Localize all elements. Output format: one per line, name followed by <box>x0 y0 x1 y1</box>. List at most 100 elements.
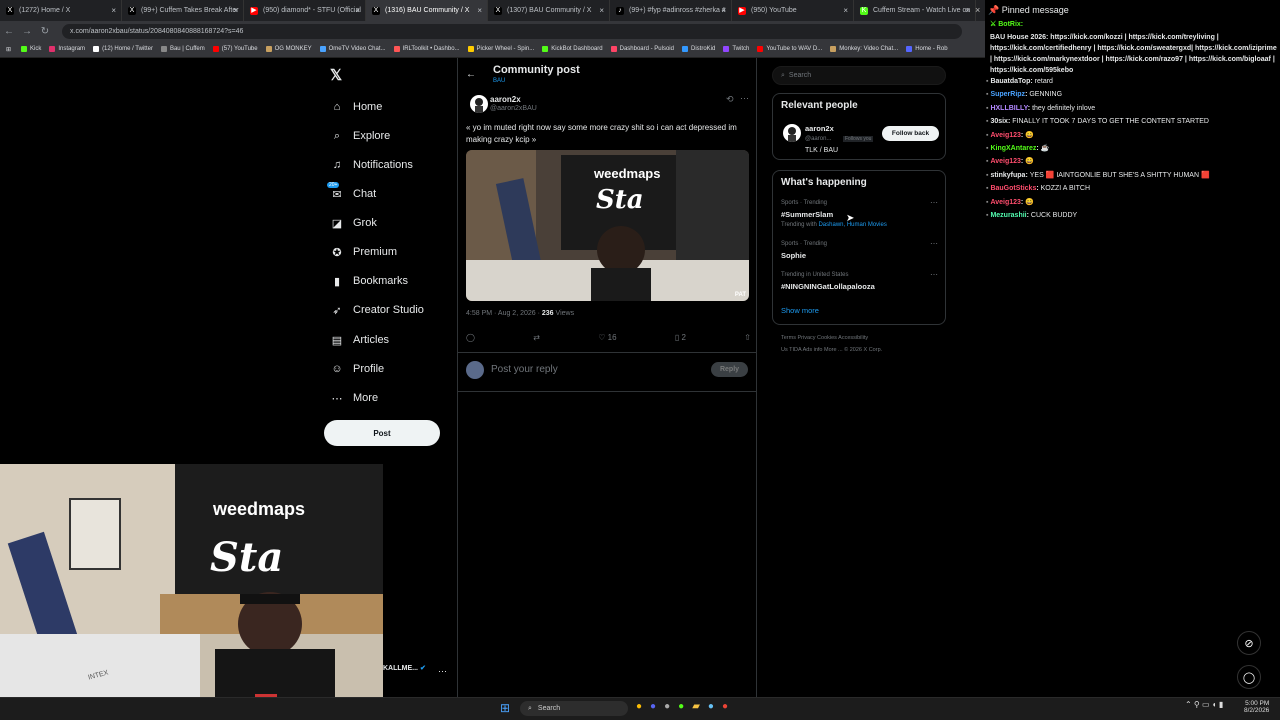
forward-arrow-icon[interactable]: → <box>18 26 36 37</box>
person-avatar[interactable] <box>783 124 801 142</box>
apps-grid-icon[interactable]: ⊞ <box>6 46 11 53</box>
bookmark-item[interactable]: OmeTV Video Chat... <box>319 46 386 52</box>
chat-bubble-icon[interactable]: ◯ <box>1237 665 1261 689</box>
trend-more-icon[interactable]: ⋯ <box>930 198 938 207</box>
chat-username[interactable]: Aveig123 <box>990 199 1020 206</box>
close-tab-icon[interactable]: × <box>477 6 482 15</box>
author-name[interactable]: aaron2x <box>490 95 521 104</box>
chat-username[interactable]: Mezurashii <box>990 212 1026 219</box>
post-button[interactable]: Post <box>324 420 440 446</box>
close-tab-icon[interactable]: × <box>965 6 970 15</box>
author-avatar[interactable] <box>470 95 488 113</box>
chat-username[interactable]: 30six <box>990 118 1008 125</box>
browser-tab[interactable]: X (1316) BAU Community / X × <box>366 0 488 21</box>
folder-icon[interactable]: ▰ <box>692 701 700 712</box>
bookmark-item[interactable]: IRLToolkit • Dashbo... <box>393 46 460 52</box>
follow-back-button[interactable]: Follow back <box>882 126 939 141</box>
bookmark-item[interactable]: Monkey: Video Chat... <box>830 46 898 52</box>
trend-name[interactable]: Sophie <box>781 251 806 260</box>
my-avatar[interactable] <box>466 361 484 379</box>
url-field[interactable]: x.com/aaron2xbau/status/2084080840888168… <box>62 23 962 39</box>
sidebar-item-premium[interactable]: ✪ Premium <box>330 243 397 261</box>
steam-icon[interactable]: ● <box>708 701 714 712</box>
chat-username[interactable]: KingXAntarez <box>990 145 1036 152</box>
repost-icon[interactable]: ⇄ <box>533 333 540 345</box>
sidebar-item-creator-studio[interactable]: ➶ Creator Studio <box>330 301 424 319</box>
chat-username[interactable]: SuperRipz <box>990 91 1025 98</box>
person-handle[interactable]: @aaron... <box>805 136 831 142</box>
post-media[interactable]: weedmaps Sta PAT <box>466 150 749 301</box>
author-handle[interactable]: @aaron2xBAU <box>490 105 537 112</box>
app-icon[interactable]: ● <box>664 701 670 712</box>
bookmark-item[interactable]: Instagram <box>49 46 85 52</box>
chat-username[interactable]: HXLLBILLY <box>990 105 1027 112</box>
bookmark-item[interactable]: (57) YouTube <box>212 46 258 52</box>
x-logo-icon[interactable]: 𝕏 <box>330 66 342 84</box>
pinned-author[interactable]: ⚔ BotRix: <box>990 20 1023 28</box>
trend-name[interactable]: #NINGNINGatLollapalooza <box>781 282 875 291</box>
post-time[interactable]: 4:58 PM · Aug 2, 2026 · <box>466 310 540 317</box>
show-more-link[interactable]: Show more <box>781 306 819 315</box>
quick-action-icon[interactable]: ⊘ <box>1237 631 1261 655</box>
back-icon[interactable]: ← <box>466 69 476 80</box>
grok-icon[interactable]: ⟲ <box>726 94 734 105</box>
bookmark-item[interactable]: OG MONKEY <box>265 46 312 52</box>
bookmark-item[interactable]: YouTube to WAV D... <box>757 46 822 52</box>
more-options-icon[interactable]: ⋯ <box>740 93 749 104</box>
close-tab-icon[interactable]: × <box>975 5 980 15</box>
bookmark-item[interactable]: KickBot Dashboard <box>542 46 603 52</box>
reply-input[interactable]: Post your reply <box>491 364 558 375</box>
browser-tab[interactable]: K Cuffem Stream - Watch Live on × <box>854 0 976 21</box>
community-link[interactable]: BAU <box>493 78 505 84</box>
bookmark-item[interactable]: Twitch <box>723 46 749 52</box>
bookmark-item[interactable]: Dashboard - Pulsoid <box>610 46 674 52</box>
sidebar-item-profile[interactable]: ☺ Profile <box>330 360 384 378</box>
back-arrow-icon[interactable]: ← <box>0 26 18 37</box>
bookmark-item[interactable]: Home - Rob <box>906 46 948 52</box>
reply-button[interactable]: Reply <box>711 362 748 377</box>
chat-username[interactable]: BauatdaTop <box>990 78 1030 85</box>
share-icon[interactable]: ⇧ <box>744 333 751 345</box>
sidebar-item-home[interactable]: ⌂ Home <box>330 98 383 116</box>
browser-tab[interactable]: X (1307) BAU Community / X × <box>488 0 610 21</box>
sidebar-item-notifications[interactable]: ♫ Notifications <box>330 156 413 174</box>
browser-tab[interactable]: X (1272) Home / X × <box>0 0 122 21</box>
bookmark-item[interactable]: Kick <box>21 46 41 52</box>
chat-username[interactable]: stinkyfupa <box>990 172 1025 179</box>
sidebar-item-grok[interactable]: ◪ Grok <box>330 214 377 232</box>
browser-tab[interactable]: X (99+) Cuffem Takes Break After × <box>122 0 244 21</box>
search-input[interactable]: ⌕ Search <box>772 66 946 85</box>
overlay-account-name[interactable]: KALLME... ✔ <box>383 664 426 672</box>
trend-name[interactable]: #SummerSlam <box>781 210 833 219</box>
close-tab-icon[interactable]: × <box>599 6 604 15</box>
sidebar-item-bookmarks[interactable]: ▮ Bookmarks <box>330 272 408 290</box>
footer-links-1[interactable]: Terms Privacy Cookies Accessibility <box>781 335 868 341</box>
reply-icon[interactable]: ◯ <box>466 333 475 345</box>
browser-tab[interactable]: ♪ (99+) #fyp #adinross #zherka # × <box>610 0 732 21</box>
chrome-profile-icon[interactable]: ● <box>722 701 728 712</box>
sidebar-item-articles[interactable]: ▤ Articles <box>330 331 389 349</box>
like-icon[interactable]: ♡ <box>598 333 605 342</box>
start-menu-icon[interactable]: ⊞ <box>500 701 510 715</box>
close-tab-icon[interactable]: × <box>233 6 238 15</box>
sidebar-item-explore[interactable]: ⌕ Explore <box>330 127 390 145</box>
chat-username[interactable]: Aveig123 <box>990 158 1020 165</box>
bookmark-item[interactable]: Bau | Cuffem <box>160 46 205 52</box>
chrome-icon[interactable]: ● <box>636 701 642 712</box>
tray-icons[interactable]: ⌃ ⚲ ▭ ◖ ▮ <box>1185 700 1223 709</box>
trend-more-icon[interactable]: ⋯ <box>930 239 938 248</box>
bookmark-item[interactable]: Picker Wheel - Spin... <box>467 46 534 52</box>
discord-icon[interactable]: ● <box>650 701 656 712</box>
chat-username[interactable]: BauGotSticks <box>990 185 1036 192</box>
account-more-icon[interactable]: ⋯ <box>438 666 447 677</box>
bookmark-item[interactable]: (12) Home / Twitter <box>93 46 153 52</box>
trend-more-icon[interactable]: ⋯ <box>930 270 938 279</box>
person-name[interactable]: aaron2x <box>805 124 834 133</box>
kick-icon[interactable]: ● <box>678 701 684 712</box>
close-tab-icon[interactable]: × <box>843 6 848 15</box>
browser-tab[interactable]: ▶ (950) YouTube × <box>732 0 854 21</box>
close-tab-icon[interactable]: × <box>721 6 726 15</box>
taskbar-clock[interactable]: 5:00 PM 8/2/2026 <box>1244 700 1269 714</box>
close-tab-icon[interactable]: × <box>111 6 116 15</box>
chat-username[interactable]: Aveig123 <box>990 132 1020 139</box>
